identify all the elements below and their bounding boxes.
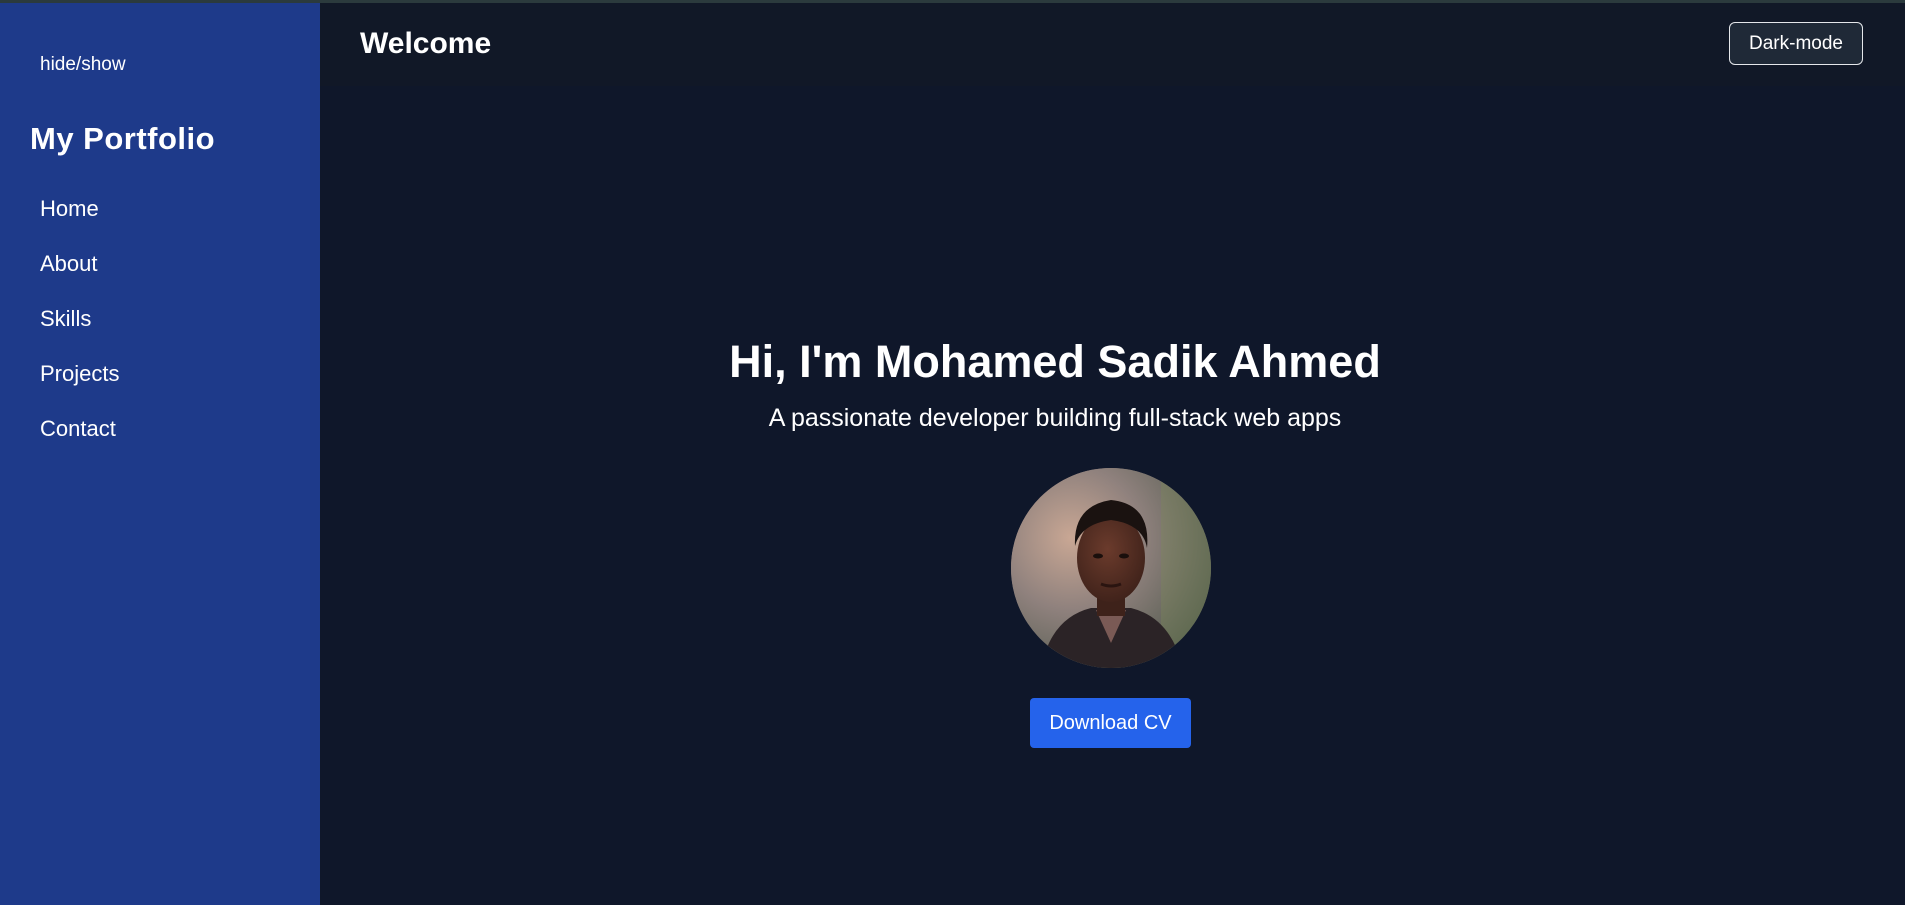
hero-subtitle: A passionate developer building full-sta… (768, 404, 1342, 432)
sidebar-item-projects[interactable]: Projects (40, 358, 119, 413)
profile-avatar (1011, 468, 1211, 668)
sidebar-item-about[interactable]: About (40, 248, 119, 303)
sidebar-nav: Home About Skills Projects Contact (40, 193, 119, 468)
sidebar-toggle-button[interactable]: hide/show (40, 54, 126, 76)
top-header: Welcome Dark-mode (320, 3, 1905, 87)
download-cv-button[interactable]: Download CV (1030, 698, 1191, 748)
sidebar: hide/show My Portfolio Home About Skills… (0, 3, 320, 905)
main-content: Welcome Dark-mode Hi, I'm Mohamed Sadik … (320, 3, 1905, 905)
sidebar-item-home[interactable]: Home (40, 193, 119, 248)
sidebar-item-contact[interactable]: Contact (40, 413, 119, 468)
page-title: Welcome (360, 27, 492, 60)
dark-mode-button[interactable]: Dark-mode (1729, 22, 1863, 65)
profile-photo-illustration (1011, 468, 1211, 668)
sidebar-brand-title: My Portfolio (30, 121, 216, 156)
sidebar-item-skills[interactable]: Skills (40, 303, 119, 358)
hero-section: Hi, I'm Mohamed Sadik Ahmed A passionate… (320, 86, 1905, 905)
hero-title: Hi, I'm Mohamed Sadik Ahmed (729, 336, 1381, 387)
